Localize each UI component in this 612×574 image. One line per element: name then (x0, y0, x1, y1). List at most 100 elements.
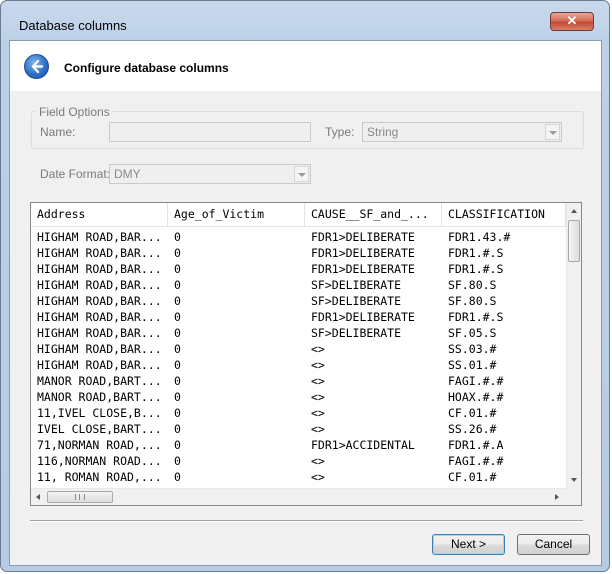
table-cell: HIGHAM ROAD,BAR... (37, 294, 162, 308)
table-cell: <> (311, 454, 325, 468)
table-cell: 0 (174, 358, 181, 372)
table-row[interactable]: IVEL CLOSE,BART... 0 <> SS.26.# (31, 421, 566, 437)
column-header[interactable]: CLASSIFICATION (442, 203, 566, 226)
page-title: Configure database columns (64, 61, 229, 75)
table-row[interactable]: HIGHAM ROAD,BAR... 0 FDR1>DELIBERATE FDR1.#… (31, 245, 566, 261)
table-cell: 0 (174, 422, 181, 436)
table-cell: <> (311, 342, 325, 356)
cancel-button[interactable]: Cancel (517, 534, 590, 555)
table-row[interactable]: HIGHAM ROAD,BAR... 0 <> SS.01.# (31, 357, 566, 373)
table-row[interactable]: 116,NORMAN ROAD... 0 <> FAGI.#.# (31, 453, 566, 469)
table-cell: 0 (174, 454, 181, 468)
table-cell: <> (311, 374, 325, 388)
close-button[interactable]: ✕ (550, 12, 594, 31)
chevron-down-icon[interactable] (545, 124, 560, 140)
date-format-label: Date Format: (40, 167, 111, 181)
table-cell: HIGHAM ROAD,BAR... (37, 358, 162, 372)
vertical-scroll-thumb[interactable] (568, 220, 580, 262)
table-cell: 11,IVEL CLOSE,B... (37, 406, 162, 420)
table-row[interactable]: MANOR ROAD,BART... 0 <> HOAX.#.# (31, 389, 566, 405)
data-grid[interactable]: Address Age_of_Victim CAUSE__SF_and_... … (30, 202, 582, 506)
table-cell: FDR1>DELIBERATE (311, 230, 415, 244)
column-header[interactable]: Address (31, 203, 168, 226)
back-button[interactable] (24, 54, 49, 79)
table-cell: 0 (174, 342, 181, 356)
type-select-value: String (367, 125, 399, 139)
table-row[interactable]: 71,NORMAN ROAD,... 0 FDR1>ACCIDENTAL FDR1.#… (31, 437, 566, 453)
chevron-down-icon[interactable] (294, 166, 309, 182)
table-cell: SF>DELIBERATE (311, 294, 402, 308)
table-cell: MANOR ROAD,BART... (37, 390, 162, 404)
table-row[interactable]: HIGHAM ROAD,BAR... 0 FDR1>DELIBERATE FDR1.#… (31, 309, 566, 325)
column-header[interactable]: CAUSE__SF_and_... (305, 203, 442, 226)
table-cell: 0 (174, 390, 181, 404)
table-row[interactable]: HIGHAM ROAD,BAR... 0 SF>DELIBERATE SF.05.S (31, 325, 566, 341)
table-cell: SF.80.S (448, 294, 497, 308)
vertical-scrollbar[interactable] (566, 203, 581, 488)
table-cell: FAGI.#.# (448, 374, 504, 388)
table-row[interactable]: MANOR ROAD,BART... 0 <> FAGI.#.# (31, 373, 566, 389)
date-format-select[interactable]: DMY (109, 164, 311, 184)
table-row[interactable]: 11,IVEL CLOSE,B... 0 <> CF.01.# (31, 405, 566, 421)
table-cell: HIGHAM ROAD,BAR... (37, 342, 162, 356)
table-cell: FDR1.#.S (448, 310, 504, 324)
next-button[interactable]: Next > (432, 534, 505, 555)
table-cell: <> (311, 406, 325, 420)
table-cell: FDR1>DELIBERATE (311, 310, 415, 324)
table-cell: 0 (174, 374, 181, 388)
table-cell: 0 (174, 278, 181, 292)
scroll-left-icon[interactable] (36, 494, 40, 500)
footer-divider (30, 520, 583, 522)
scroll-right-icon[interactable] (555, 494, 559, 500)
table-cell: MANOR ROAD,BART... (37, 374, 162, 388)
table-cell: FDR1.#.A (448, 438, 504, 452)
dialog-window: Database columns ✕ Configure database co… (0, 0, 610, 572)
table-row[interactable]: HIGHAM ROAD,BAR... 0 <> SS.03.# (31, 341, 566, 357)
table-cell: FDR1>ACCIDENTAL (311, 438, 415, 452)
table-cell: HIGHAM ROAD,BAR... (37, 262, 162, 276)
table-cell: 0 (174, 294, 181, 308)
table-cell: 0 (174, 246, 181, 260)
table-cell: HIGHAM ROAD,BAR... (37, 326, 162, 340)
table-cell: SF.05.S (448, 326, 497, 340)
horizontal-scroll-thumb[interactable] (47, 491, 113, 503)
scrollbar-corner (566, 488, 581, 505)
table-cell: 0 (174, 262, 181, 276)
table-cell: HIGHAM ROAD,BAR... (37, 230, 162, 244)
table-cell: SF>DELIBERATE (311, 326, 402, 340)
table-row[interactable]: HIGHAM ROAD,BAR... 0 SF>DELIBERATE SF.80.S (31, 277, 566, 293)
scroll-down-icon[interactable] (571, 478, 577, 482)
back-arrow-icon (31, 59, 44, 74)
table-cell: FDR1.#.S (448, 262, 504, 276)
table-cell: 116,NORMAN ROAD... (37, 454, 162, 468)
date-format-value: DMY (114, 167, 141, 181)
table-cell: SF.80.S (448, 278, 497, 292)
table-cell: FDR1>DELIBERATE (311, 262, 415, 276)
table-cell: <> (311, 422, 325, 436)
table-cell: FDR1.#.S (448, 246, 504, 260)
table-cell: HIGHAM ROAD,BAR... (37, 310, 162, 324)
dialog-client: Configure database columns Field Options… (9, 40, 602, 566)
table-cell: SS.01.# (448, 358, 497, 372)
table-cell: IVEL CLOSE,BART... (37, 422, 162, 436)
table-cell: <> (311, 470, 325, 484)
table-cell: 0 (174, 438, 181, 452)
table-cell: 0 (174, 310, 181, 324)
grip-icon (75, 494, 85, 500)
table-cell: SS.26.# (448, 422, 497, 436)
horizontal-scrollbar[interactable] (31, 488, 566, 505)
table-row[interactable]: HIGHAM ROAD,BAR... 0 SF>DELIBERATE SF.80.S (31, 293, 566, 309)
name-field[interactable] (109, 122, 311, 142)
type-select[interactable]: String (362, 122, 562, 142)
column-header[interactable]: Age_of_Victim (168, 203, 305, 226)
name-label: Name: (40, 125, 76, 139)
table-cell: CF.01.# (448, 470, 497, 484)
table-cell: HIGHAM ROAD,BAR... (37, 278, 162, 292)
table-row[interactable]: 11, ROMAN ROAD,... 0 <> CF.01.# (31, 469, 566, 485)
table-row[interactable]: HIGHAM ROAD,BAR... 0 FDR1>DELIBERATE FDR1.4… (31, 229, 566, 245)
field-options-legend: Field Options (36, 105, 113, 119)
table-row[interactable]: HIGHAM ROAD,BAR... 0 FDR1>DELIBERATE FDR1.#… (31, 261, 566, 277)
window-title: Database columns (19, 18, 127, 33)
table-cell: <> (311, 390, 325, 404)
scroll-up-icon[interactable] (571, 209, 577, 213)
